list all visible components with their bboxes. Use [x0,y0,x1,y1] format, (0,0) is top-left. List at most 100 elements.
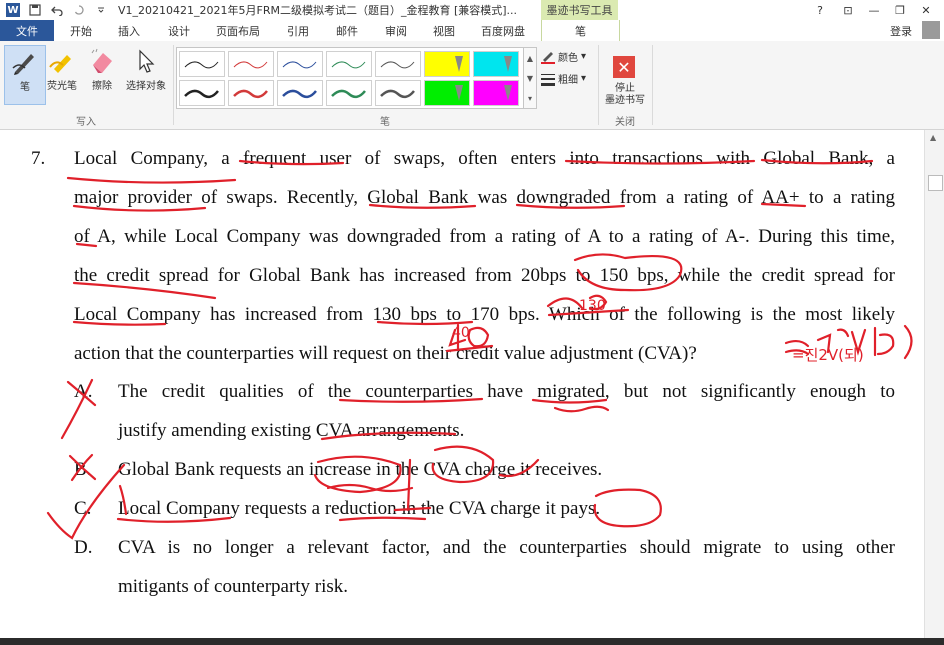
pen-style-gray-thin[interactable] [375,51,421,77]
ink-wave-migrated [553,405,610,413]
title-bar: W V1_20210421_2021年5月FRM二级模拟考试二（题目）_金程教育… [0,0,944,20]
question-line-5: Local Company has increased from 130 bps… [74,304,895,325]
stop-inking-close-icon[interactable]: ✕ [613,56,635,78]
highlighter-label: 荧光笔 [47,81,77,92]
ribbon: 笔 荧光笔 擦除 选择对象 写入 ▲ ▼ ▾ 颜色 ▾ 粗细 ▾ 笔 ✕ 停止 … [0,41,944,130]
line-thickness-icon [541,73,555,86]
group-divider [173,45,174,125]
question-line-4: the credit spread for Global Bank has in… [74,265,895,286]
save-icon[interactable] [28,3,42,17]
scroll-up-icon[interactable]: ▲ [930,133,936,142]
stop-inking-label-1: 停止 [615,83,635,94]
select-objects-label: 选择对象 [126,81,166,92]
pen-tool-button[interactable]: 笔 [4,45,46,105]
option-d-letter: D. [74,537,93,558]
option-b-text: Global Bank requests an increase in the … [118,459,603,480]
word-app-icon[interactable]: W [6,3,20,17]
eraser-icon [86,45,118,77]
highlighter-button[interactable]: 荧光笔 [42,45,82,103]
ink-equals [784,339,810,356]
option-d-line-1: CVA is no longer a relevant factor, and … [118,537,895,558]
stop-inking-label-2: 墨迹书写 [605,95,645,106]
pen-color-label: 颜色 [558,53,578,64]
select-objects-button[interactable]: 选择对象 [120,45,172,103]
restore-button[interactable]: ❐ [888,0,912,20]
pen-style-gray-thick[interactable] [375,80,421,106]
highlighter-icon [46,45,78,77]
ink-note-40: 40 [452,325,470,341]
pen-label: 笔 [20,82,30,93]
scrollbar-thumb[interactable] [928,175,943,191]
help-button[interactable]: ? [808,0,832,20]
stop-inking-button[interactable]: 停止 墨迹书写 [600,83,650,107]
gallery-scroll-controls[interactable]: ▲ ▼ ▾ [523,47,537,109]
highlighter-green[interactable] [424,80,470,106]
pen-style-red-thick[interactable] [228,80,274,106]
tab-baidu-netdisk[interactable]: 百度网盘 [481,23,525,39]
question-line-2: major provider of swaps. Recently, Globa… [74,187,895,208]
close-button[interactable]: ✕ [914,0,938,20]
pen-style-black-thin[interactable] [179,51,225,77]
option-b-letter: B. [74,459,92,480]
question-line-6: action that the counterparties will requ… [74,343,697,364]
tab-view[interactable]: 视图 [433,23,455,39]
pen-color-icon [541,51,555,64]
pen-style-green-thick[interactable] [326,80,372,106]
document-page[interactable]: 7. Local Company, a frequent user of swa… [0,130,924,638]
question-number: 7. [31,148,46,169]
vertical-scrollbar[interactable]: ▲ [924,130,944,638]
pen-style-green-thin[interactable] [326,51,372,77]
pen-thickness-label: 粗细 [558,75,578,86]
eraser-label: 擦除 [92,81,112,92]
tab-layout[interactable]: 页面布局 [216,23,260,39]
question-line-1: Local Company, a frequent user of swaps,… [74,148,895,169]
login-link[interactable]: 登录 [890,23,912,39]
group-divider [652,45,653,125]
option-a-line-1: The credit qualities of the counterparti… [118,381,895,402]
highlighter-yellow[interactable] [424,51,470,77]
ink-circle-pays [593,488,662,528]
pen-thickness-dropdown[interactable]: 粗细 ▾ [541,71,586,86]
pen-icon [9,46,41,78]
ink-wave-increase [326,483,414,493]
chevron-up-icon[interactable]: ▲ [527,54,533,63]
close-group-label: 关闭 [615,117,635,128]
pen-style-red-thin[interactable] [228,51,274,77]
ink-tools-contextual-header: 墨迹书写工具 [541,0,618,20]
cursor-arrow-icon [130,45,162,77]
tab-home[interactable]: 开始 [70,23,92,39]
write-group-label: 写入 [76,117,96,128]
customize-toolbar-icon[interactable] [94,3,108,17]
tab-review[interactable]: 审阅 [385,23,407,39]
document-title: V1_20210421_2021年5月FRM二级模拟考试二（题目）_金程教育 [… [118,4,518,17]
tab-design[interactable]: 设计 [168,23,190,39]
tab-file[interactable]: 文件 [0,20,54,41]
ink-underline-major [66,176,237,184]
ribbon-display-options-icon[interactable]: ⊡ [836,0,860,20]
undo-icon[interactable] [50,3,64,17]
option-a-line-2: justify amending existing CVA arrangemen… [118,420,465,441]
chevron-down-icon[interactable]: ▼ [527,74,533,83]
redo-icon[interactable] [72,3,86,17]
tab-mailings[interactable]: 邮件 [336,23,358,39]
option-a-letter: A. [74,381,93,402]
option-d-line-2: mitigants of counterparty risk. [118,576,349,597]
option-c-letter: C. [74,498,92,519]
pen-style-black-thick[interactable] [179,80,225,106]
group-divider [598,45,599,125]
pen-style-blue-thin[interactable] [277,51,323,77]
gallery-more-icon[interactable]: ▾ [528,94,532,103]
minimize-button[interactable]: — [862,0,886,20]
highlighter-magenta[interactable] [473,80,519,106]
dropdown-arrow-icon: ▾ [581,51,587,62]
avatar[interactable] [922,21,940,39]
tab-insert[interactable]: 插入 [118,23,140,39]
eraser-button[interactable]: 擦除 [82,45,122,103]
dropdown-arrow-icon: ▾ [581,73,587,84]
tab-references[interactable]: 引用 [287,23,309,39]
highlighter-cyan[interactable] [473,51,519,77]
pen-color-dropdown[interactable]: 颜色 ▾ [541,49,586,64]
tab-pen[interactable]: 笔 [541,20,620,41]
option-c-text: Local Company requests a reduction in th… [118,498,601,519]
pen-style-blue-thick[interactable] [277,80,323,106]
